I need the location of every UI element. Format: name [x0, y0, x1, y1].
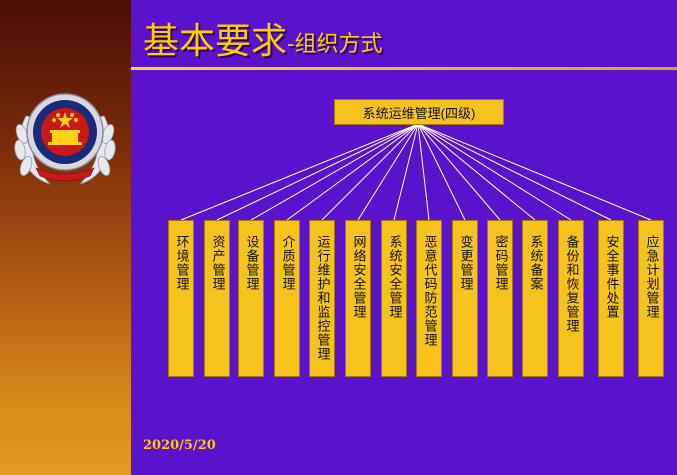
child-node: 系统备案: [522, 220, 548, 377]
child-node: 运行维护和监控管理: [309, 220, 335, 377]
child-node: 应急计划管理: [638, 220, 664, 377]
child-node: 变更管理: [452, 220, 478, 377]
child-node: 网络安全管理: [345, 220, 371, 377]
connector-line: [417, 123, 536, 221]
child-node-label: 运行维护和监控管理: [314, 235, 330, 361]
child-node-label: 系统备案: [527, 235, 543, 291]
root-node: 系统运维管理(四级): [334, 99, 504, 125]
child-node-label: 安全事件处置: [603, 235, 619, 319]
child-node: 备份和恢复管理: [558, 220, 584, 377]
child-node-label: 环境管理: [173, 235, 189, 291]
connector-line: [250, 123, 419, 221]
connector-line: [417, 123, 652, 221]
child-node: 恶意代码防范管理: [416, 220, 442, 377]
connector-line: [417, 123, 501, 221]
child-node-label: 设备管理: [243, 235, 259, 291]
child-node-label: 变更管理: [457, 235, 473, 291]
child-node: 资产管理: [204, 220, 230, 377]
child-node-label: 资产管理: [209, 235, 225, 291]
connector-line: [417, 123, 430, 221]
child-node: 安全事件处置: [598, 220, 624, 377]
child-node-label: 备份和恢复管理: [563, 235, 579, 333]
date-label: 2020/5/20: [143, 438, 216, 453]
child-node: 介质管理: [274, 220, 300, 377]
child-node-label: 应急计划管理: [643, 235, 659, 319]
child-node: 设备管理: [238, 220, 264, 377]
child-node-label: 系统安全管理: [386, 235, 402, 319]
child-node: 密码管理: [487, 220, 513, 377]
connector-line: [321, 123, 419, 221]
child-node-label: 网络安全管理: [350, 235, 366, 319]
child-node-label: 密码管理: [492, 235, 508, 291]
connector-line: [417, 123, 612, 221]
connector-line: [286, 123, 419, 221]
child-node: 系统安全管理: [381, 220, 407, 377]
connector-line: [180, 123, 419, 221]
root-node-label: 系统运维管理(四级): [362, 105, 476, 121]
child-node-label: 恶意代码防范管理: [421, 235, 437, 347]
child-node: 环境管理: [168, 220, 194, 377]
child-node-label: 介质管理: [279, 235, 295, 291]
